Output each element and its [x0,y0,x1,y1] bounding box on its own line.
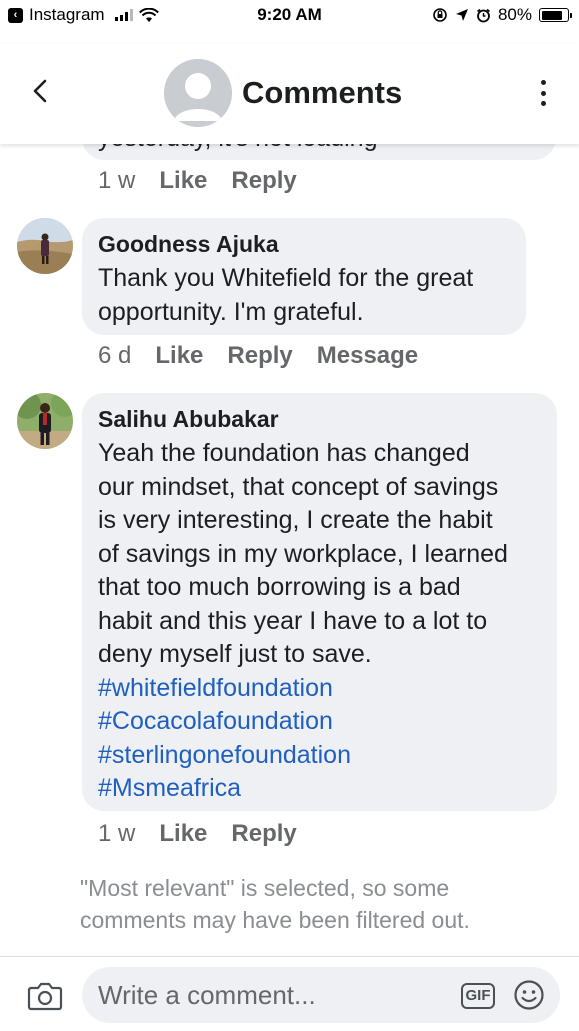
reply-button[interactable]: Reply [227,342,292,370]
comment-text-line: is very interesting, I create the habit [98,506,493,534]
avatar-photo [17,393,73,449]
avatar[interactable] [17,393,73,449]
comment-text-line: opportunity. I'm grateful. [98,297,364,326]
commenter-name[interactable]: Goodness Ajuka [98,231,510,258]
alarm-icon [476,8,490,22]
like-button[interactable]: Like [159,167,207,195]
like-button[interactable]: Like [155,342,203,370]
like-button[interactable]: Like [159,820,207,848]
comment-composer: Write a comment... GIF [0,956,579,1031]
comment-text-line: Thank you Whitefield for the great [98,264,474,292]
comment-bubble[interactable]: Goodness Ajuka Thank you Whitefield for … [82,218,526,335]
comment-text-line: that too much borrowing is a bad [98,573,461,601]
comment-actions: 6 d Like Reply Message [98,342,442,370]
comments-header: Comments [0,44,579,144]
comment-text-line: Yeah the foundation has changed [98,439,470,467]
hashtag-link[interactable]: #sterlingonefoundation [98,739,541,773]
reply-button[interactable]: Reply [231,167,296,195]
comment-text-line: deny myself just to save. [98,640,372,668]
hashtag-link[interactable]: #whitefieldfoundation [98,672,541,706]
comment-text-line: our mindset, that concept of savings [98,472,499,501]
more-options-icon[interactable] [537,80,549,106]
page-avatar[interactable] [164,59,232,127]
comment-time: 1 w [98,820,136,847]
comment-text-line: habit and this year I have to a lot to [98,606,488,635]
comment-bubble[interactable]: Salihu Abubakar Yeah the foundation has … [82,393,557,811]
avatar[interactable] [17,218,73,274]
commenter-name[interactable]: Salihu Abubakar [98,406,541,433]
partial-comment-actions: 1 w Like Reply [98,167,321,195]
hashtag-link[interactable]: #Msmeafrica [98,772,541,806]
comment-time: 6 d [98,342,132,369]
location-icon [455,9,468,21]
battery-icon [539,8,572,22]
comment-actions: 1 w Like Reply [98,820,321,848]
back-chevron-icon[interactable] [26,76,56,106]
camera-icon[interactable] [27,981,63,1011]
rotation-lock-icon [433,8,447,22]
reply-button[interactable]: Reply [231,820,296,848]
comment-time: 1 w [98,167,136,194]
page-title: Comments [242,75,403,110]
filter-notice: "Most relevant" is selected, so some com… [80,875,470,933]
hashtag-link[interactable]: #Cocacolafoundation [98,705,541,739]
avatar-photo [17,218,73,274]
default-profile-icon [164,59,232,127]
comment-text-line: of savings in my workplace, I learned [98,539,508,568]
gif-button[interactable]: GIF [461,983,495,1009]
emoji-icon[interactable] [513,979,545,1011]
battery-percent: 80% [497,5,532,24]
message-button[interactable]: Message [317,342,418,370]
status-bar: ‹ Instagram 9:20 AM 80% [0,0,579,32]
